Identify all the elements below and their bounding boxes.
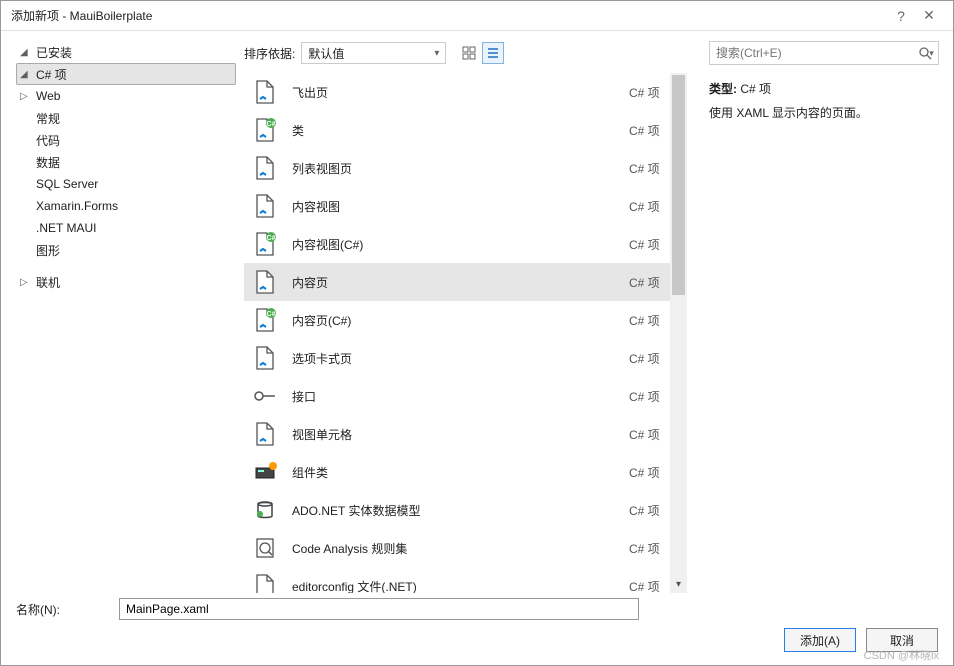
chevron-down-icon: ▾ (434, 48, 439, 59)
template-item[interactable]: 内容页C# 项 (244, 263, 687, 301)
close-icon[interactable]: ✕ (915, 7, 943, 24)
xaml-icon (252, 345, 278, 371)
template-name: 接口 (292, 388, 629, 405)
template-name: 视图单元格 (292, 426, 629, 443)
template-item[interactable]: 选项卡式页C# 项 (244, 339, 687, 377)
tree-item[interactable]: 代码 (16, 129, 236, 151)
template-item[interactable]: 接口C# 项 (244, 377, 687, 415)
component-icon (252, 459, 278, 485)
template-name: 列表视图页 (292, 160, 629, 177)
tree-item[interactable]: SQL Server (16, 173, 236, 195)
tree-item[interactable]: ◢C# 项 (16, 63, 236, 85)
cs-icon: C# (252, 117, 278, 143)
sort-label: 排序依据: (244, 45, 295, 62)
xaml-icon (252, 269, 278, 295)
template-name: 组件类 (292, 464, 629, 481)
xaml-icon (252, 155, 278, 181)
template-item[interactable]: 组件类C# 项 (244, 453, 687, 491)
template-name: 内容页 (292, 274, 629, 291)
sidebar: ◢ 已安装 ◢C# 项▷Web常规代码数据SQL ServerXamarin.F… (1, 31, 236, 593)
search-icon[interactable]: ▾ (914, 42, 938, 64)
template-item[interactable]: editorconfig 文件(.NET)C# 项 (244, 567, 687, 593)
svg-text:C#: C# (267, 235, 276, 242)
chevron-right-icon: ▷ (20, 277, 34, 288)
analysis-icon (252, 535, 278, 561)
scrollbar-thumb[interactable] (672, 75, 685, 295)
help-icon[interactable]: ? (887, 8, 915, 24)
template-name: 内容页(C#) (292, 312, 629, 329)
search-input[interactable] (710, 46, 914, 60)
tree-item[interactable]: Xamarin.Forms (16, 195, 236, 217)
template-name: Code Analysis 规则集 (292, 540, 629, 557)
tree-item[interactable]: 常规 (16, 107, 236, 129)
chevron-down-icon: ◢ (20, 47, 34, 58)
name-label: 名称(N): (16, 601, 111, 618)
template-item[interactable]: 列表视图页C# 项 (244, 149, 687, 187)
template-name: 选项卡式页 (292, 350, 629, 367)
tree-item[interactable]: 数据 (16, 151, 236, 173)
template-item[interactable]: C#内容页(C#)C# 项 (244, 301, 687, 339)
tree-online[interactable]: ▷ 联机 (16, 271, 236, 293)
template-name: 内容视图 (292, 198, 629, 215)
interface-icon (252, 383, 278, 409)
template-item[interactable]: Code Analysis 规则集C# 项 (244, 529, 687, 567)
xaml-icon (252, 193, 278, 219)
template-item[interactable]: C#内容视图(C#)C# 项 (244, 225, 687, 263)
tree-item[interactable]: .NET MAUI (16, 217, 236, 239)
template-name: editorconfig 文件(.NET) (292, 578, 629, 594)
chevron-down-icon: ◢ (20, 69, 34, 80)
svg-text:C#: C# (267, 311, 276, 318)
sort-dropdown[interactable]: 默认值 ▾ (301, 42, 446, 64)
ado-icon (252, 497, 278, 523)
details-type: 类型: C# 项 (709, 79, 939, 99)
cs-icon: C# (252, 231, 278, 257)
template-item[interactable]: C#类C# 项 (244, 111, 687, 149)
template-item[interactable]: 飞出页C# 项 (244, 73, 687, 111)
view-list-button[interactable] (482, 42, 504, 64)
details-desc: 使用 XAML 显示内容的页面。 (709, 103, 939, 123)
add-button[interactable]: 添加(A) (784, 628, 856, 652)
file-icon (252, 573, 278, 593)
scroll-down-icon[interactable]: ▾ (670, 576, 687, 593)
template-item[interactable]: 视图单元格C# 项 (244, 415, 687, 453)
template-name: 内容视图(C#) (292, 236, 629, 253)
view-grid-button[interactable] (458, 42, 480, 64)
window-title: 添加新项 - MauiBoilerplate (11, 7, 887, 24)
template-item[interactable]: ADO.NET 实体数据模型C# 项 (244, 491, 687, 529)
tree-item[interactable]: 图形 (16, 239, 236, 261)
watermark: CSDN @林晓lx (864, 647, 939, 663)
template-name: 飞出页 (292, 84, 629, 101)
tree-item[interactable]: ▷Web (16, 85, 236, 107)
chevron-right-icon: ▷ (20, 91, 34, 102)
xaml-icon (252, 79, 278, 105)
template-item[interactable]: 内容视图C# 项 (244, 187, 687, 225)
template-name: ADO.NET 实体数据模型 (292, 502, 629, 519)
tree-installed[interactable]: ◢ 已安装 (16, 41, 236, 63)
template-name: 类 (292, 122, 629, 139)
cs-icon: C# (252, 307, 278, 333)
xaml-icon (252, 421, 278, 447)
svg-text:C#: C# (267, 121, 276, 128)
name-input[interactable] (119, 598, 639, 620)
scrollbar[interactable]: ▾ (670, 73, 687, 593)
